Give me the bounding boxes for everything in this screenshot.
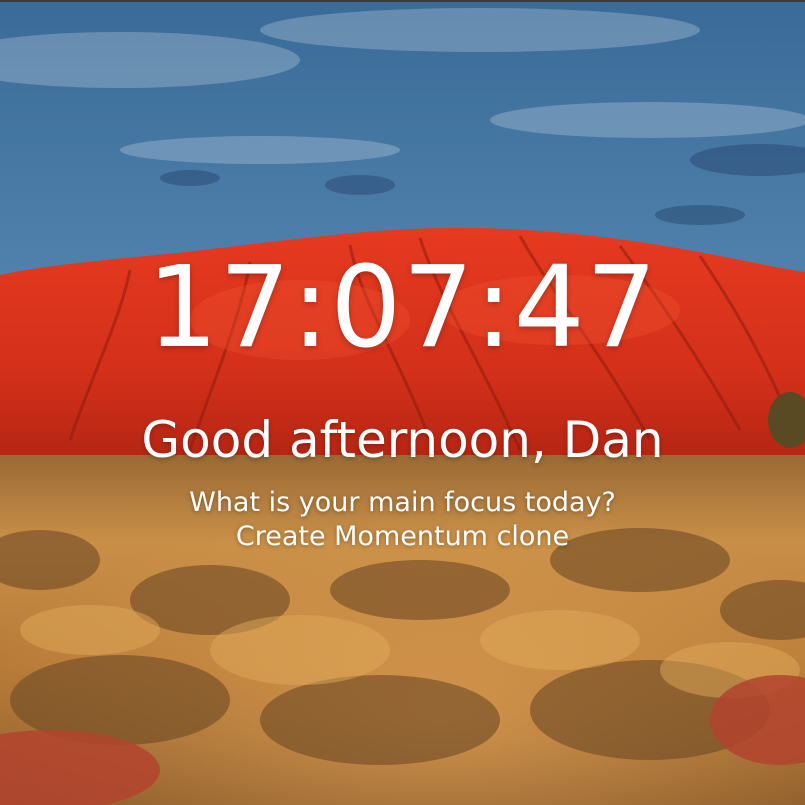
focus-question: What is your main focus today? [189, 487, 616, 518]
focus-input[interactable]: Create Momentum clone [0, 520, 805, 554]
greeting-text: Good afternoon, Dan [141, 411, 664, 469]
momentum-dashboard: 17:07:47 Good afternoon, Dan What is you… [0, 0, 805, 805]
main-content: 17:07:47 Good afternoon, Dan What is you… [0, 0, 805, 805]
clock-time: 17:07:47 [146, 243, 658, 373]
